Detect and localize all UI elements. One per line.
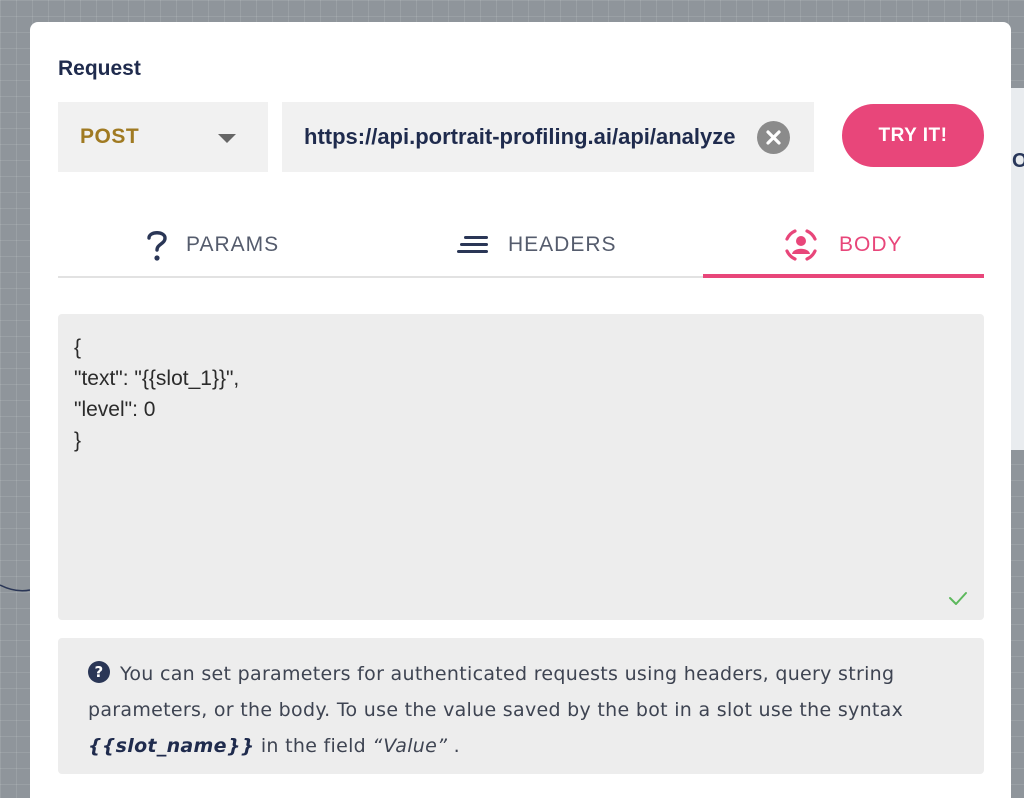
- close-icon: [766, 130, 781, 145]
- question-icon: [146, 228, 168, 262]
- info-text: ? You can set parameters for authenticate…: [88, 656, 954, 764]
- section-title: Request: [58, 57, 141, 80]
- tab-body-label: BODY: [839, 233, 903, 256]
- try-it-button[interactable]: TRY IT!: [842, 104, 984, 167]
- side-panel-fragment: O: [1012, 150, 1024, 173]
- info-text-middle: in the field: [254, 735, 373, 757]
- body-editor[interactable]: { "text": "{{slot_1}}", "level": 0 }: [58, 314, 984, 620]
- request-modal: Request POST TRY IT! PARAMS: [30, 22, 1011, 798]
- tab-params[interactable]: PARAMS: [146, 212, 279, 278]
- url-input[interactable]: [304, 124, 754, 150]
- info-text-before: You can set parameters for authenticated…: [88, 663, 904, 721]
- lines-icon: [456, 235, 490, 255]
- help-icon: ?: [88, 661, 110, 683]
- tab-body[interactable]: BODY: [703, 212, 984, 278]
- info-text-after: .: [447, 735, 460, 757]
- clear-url-button[interactable]: [757, 121, 790, 154]
- url-field[interactable]: [282, 102, 814, 172]
- active-tab-indicator: [703, 274, 984, 278]
- tab-params-label: PARAMS: [186, 233, 280, 256]
- info-syntax: {{slot_name}}: [88, 735, 255, 757]
- tab-headers[interactable]: HEADERS: [456, 212, 617, 278]
- info-value-word: “Value”: [372, 735, 448, 757]
- body-editor-content[interactable]: { "text": "{{slot_1}}", "level": 0 }: [74, 332, 239, 456]
- method-select[interactable]: POST: [58, 102, 268, 172]
- request-tabs: PARAMS HEADERS BODY: [58, 212, 984, 278]
- method-value: POST: [80, 125, 140, 148]
- person-focus-icon: [781, 225, 821, 265]
- tab-headers-label: HEADERS: [508, 233, 617, 256]
- caret-down-icon: [218, 134, 236, 143]
- info-box: ? You can set parameters for authenticate…: [58, 638, 984, 774]
- check-icon: [949, 592, 967, 605]
